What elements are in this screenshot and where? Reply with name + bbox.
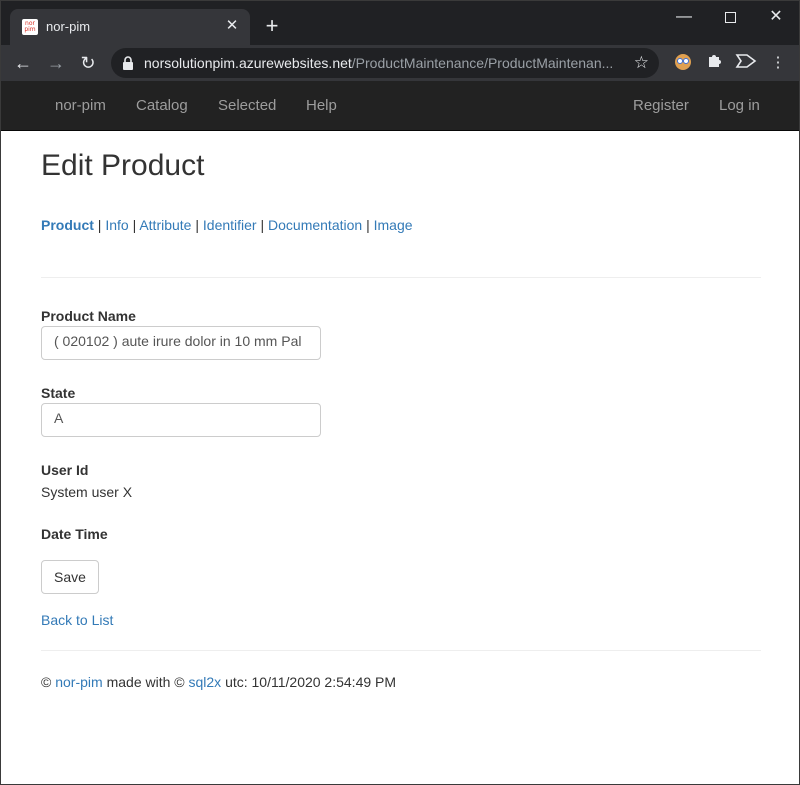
footer-timestamp: utc: 10/11/2020 2:54:49 PM [225,674,397,690]
browser-window: nor pim nor-pim ✕ + — ✕ ← → ↻ norsolution… [0,0,800,785]
date-time-label: Date Time [41,526,108,542]
copyright-symbol: © [41,674,52,690]
minimize-icon[interactable]: — [661,1,707,33]
new-tab-icon[interactable]: + [259,14,285,40]
subnav-product[interactable]: Product [41,217,94,233]
maximize-icon[interactable] [707,1,753,33]
footer-tool-link[interactable]: sql2x [188,674,221,690]
nav-item-catalog[interactable]: Catalog [136,97,188,114]
back-to-list-link[interactable]: Back to List [41,612,113,628]
browser-toolbar: ← → ↻ norsolutionpim.azurewebsites.net/P… [1,45,799,81]
subnav-identifier[interactable]: Identifier [203,217,257,233]
lock-icon [123,56,133,70]
browser-titlebar: nor pim nor-pim ✕ + — ✕ [1,1,799,45]
subnav-separator: | [366,217,370,233]
save-button[interactable]: Save [41,560,99,594]
back-arrow-icon[interactable]: ← [10,50,36,76]
close-window-icon[interactable]: ✕ [753,1,799,33]
forward-arrow-icon[interactable]: → [43,50,69,76]
nav-brand[interactable]: nor-pim [55,97,106,114]
extension-shape-icon[interactable] [735,53,757,73]
footer-divider [41,650,761,651]
subnav-separator: | [132,217,137,233]
close-tab-icon[interactable]: ✕ [222,16,242,36]
product-subnav: Product | Info | Attribute | Identifier … [41,217,413,233]
nav-login[interactable]: Log in [719,97,760,114]
subnav-image[interactable]: Image [374,217,413,233]
subnav-attribute[interactable]: Attribute [139,217,191,233]
footer-brand-link[interactable]: nor-pim [55,674,102,690]
footer: © nor-pim made with © sql2x utc: 10/11/2… [41,674,396,690]
nav-item-selected[interactable]: Selected [218,97,276,114]
divider [41,277,761,278]
subnav-separator: | [97,217,102,233]
subnav-separator: | [260,217,265,233]
browser-menu-icon[interactable]: ⋮ [768,53,788,73]
subnav-documentation[interactable]: Documentation [268,217,362,233]
nav-register[interactable]: Register [633,97,689,114]
extensions-puzzle-icon[interactable] [704,53,724,73]
subnav-info[interactable]: Info [105,217,128,233]
product-name-label: Product Name [41,308,136,324]
browser-tab[interactable]: nor pim nor-pim ✕ [10,9,250,45]
user-id-value: System user X [41,484,133,500]
extension-avatar-icon[interactable] [673,53,693,73]
site-navbar: nor-pim Catalog Selected Help Register L… [1,81,799,131]
product-name-input[interactable]: ( 020102 ) aute irure dolor in 10 mm Pal [41,326,321,360]
footer-made-with: made with © [106,674,185,690]
reload-icon[interactable]: ↻ [75,50,101,76]
nav-item-help[interactable]: Help [306,97,337,114]
subnav-separator: | [195,217,199,233]
bookmark-star-icon[interactable]: ☆ [634,53,649,73]
page-title: Edit Product [41,149,205,182]
url-text: norsolutionpim.azurewebsites.net/Product… [144,55,614,71]
state-input[interactable]: A [41,403,321,437]
state-label: State [41,385,76,401]
address-bar[interactable]: norsolutionpim.azurewebsites.net/Product… [111,48,659,78]
user-id-label: User Id [41,462,89,478]
site-favicon-icon: nor pim [22,19,38,35]
tab-title: nor-pim [46,19,91,34]
